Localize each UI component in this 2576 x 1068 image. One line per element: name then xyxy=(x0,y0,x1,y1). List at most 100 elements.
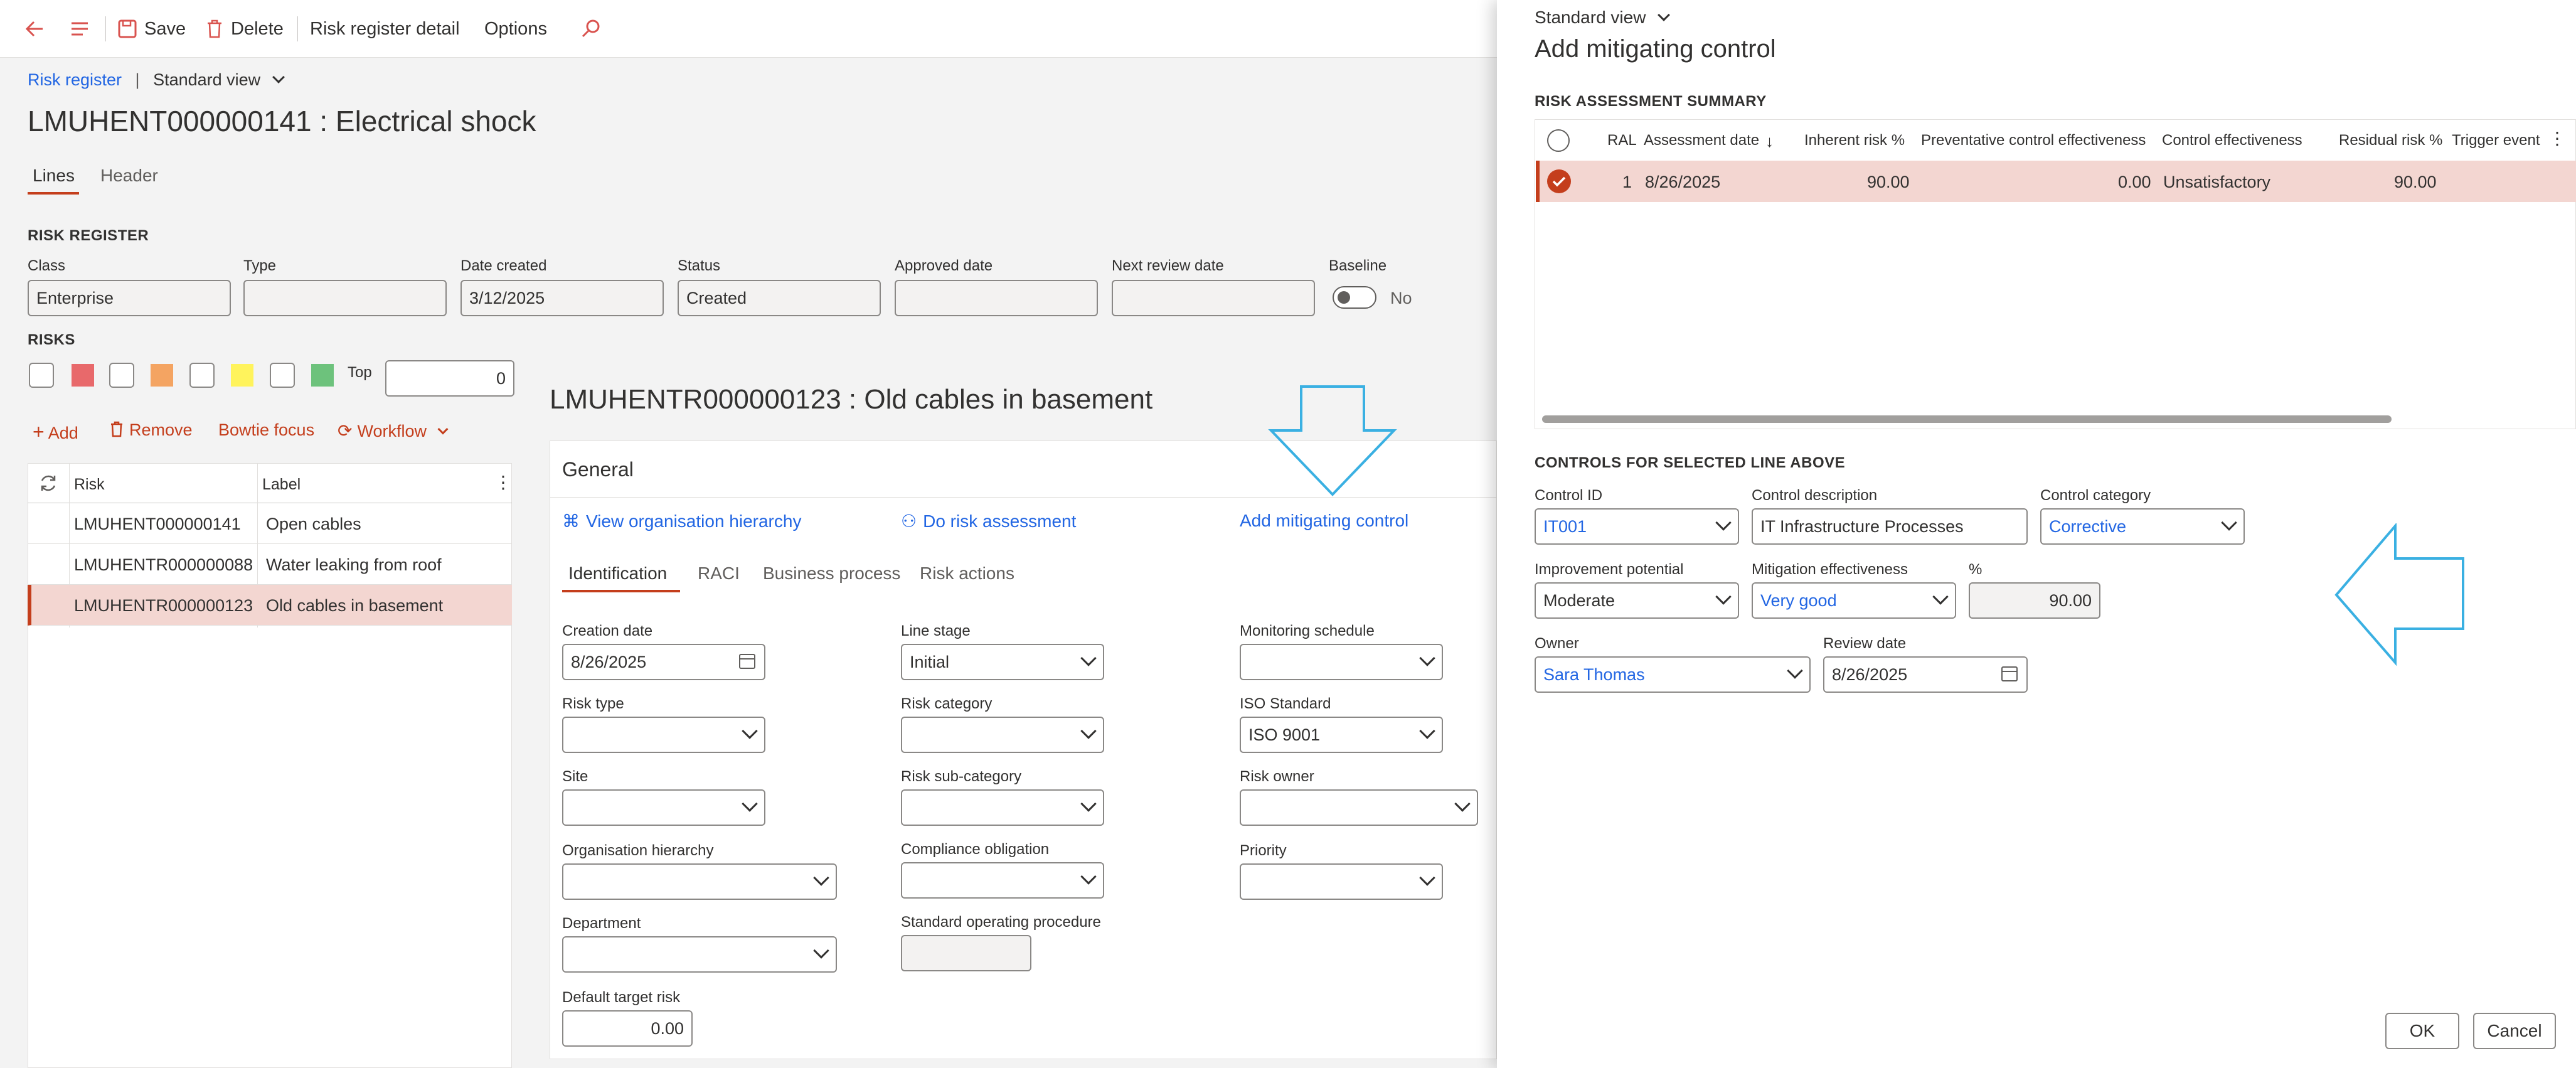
chevron-down-icon[interactable] xyxy=(1932,589,1949,605)
monitoring-schedule-field[interactable] xyxy=(1240,644,1443,680)
do-risk-assessment-link[interactable]: ⚇ Do risk assessment xyxy=(901,511,1076,531)
chevron-down-icon[interactable] xyxy=(1715,515,1732,531)
delete-button[interactable]: Delete xyxy=(205,0,284,58)
mitigation-effectiveness-field[interactable]: Very good xyxy=(1752,582,1956,619)
calendar-icon[interactable] xyxy=(2001,666,2018,681)
owner-field[interactable]: Sara Thomas xyxy=(1535,656,1811,693)
chevron-down-icon[interactable] xyxy=(2221,515,2237,531)
chevron-down-icon[interactable] xyxy=(742,723,758,739)
col-preventative-control[interactable]: Preventative control effectiveness xyxy=(1921,132,2146,149)
site-field[interactable] xyxy=(562,789,765,826)
risk-type-field[interactable] xyxy=(562,717,765,753)
control-category-label: Control category xyxy=(2040,487,2151,504)
options-button[interactable]: Options xyxy=(484,0,547,58)
control-category-field[interactable]: Corrective xyxy=(2040,508,2245,545)
chevron-down-icon[interactable] xyxy=(1080,868,1097,885)
col-assessment-date[interactable]: Assessment date xyxy=(1644,132,1759,149)
risk-register-detail-button[interactable]: Risk register detail xyxy=(310,0,460,58)
control-description-field[interactable]: IT Infrastructure Processes xyxy=(1752,508,2028,545)
workflow-button[interactable]: ⟳ Workflow xyxy=(338,420,449,441)
top-field[interactable]: 0 xyxy=(385,360,514,397)
sop-field[interactable] xyxy=(901,935,1031,971)
risk-category-field[interactable] xyxy=(901,717,1104,753)
tab-risk-actions[interactable]: Risk actions xyxy=(920,563,1014,584)
priority-field[interactable] xyxy=(1240,863,1443,900)
status-field[interactable]: Created xyxy=(678,280,881,316)
table-row[interactable]: LMUHENTR000000088 Water leaking from roo… xyxy=(28,544,512,585)
search-button[interactable] xyxy=(580,0,602,58)
chevron-down-icon[interactable] xyxy=(1080,723,1097,739)
add-risk-button[interactable]: + Add xyxy=(33,420,78,444)
calendar-icon[interactable] xyxy=(739,654,755,669)
col-risk-header[interactable]: Risk xyxy=(74,476,105,494)
add-mitigating-control-link[interactable]: Add mitigating control xyxy=(1240,511,1408,531)
view-hierarchy-link[interactable]: ⌘ View organisation hierarchy xyxy=(562,511,801,531)
compliance-obligation-field[interactable] xyxy=(901,862,1104,899)
select-all-radio[interactable] xyxy=(1547,129,1570,152)
general-header[interactable]: General xyxy=(562,458,634,481)
row-selected-check-icon[interactable] xyxy=(1547,169,1571,193)
tab-raci[interactable]: RACI xyxy=(698,563,740,584)
tab-business-process[interactable]: Business process xyxy=(763,563,900,584)
control-id-field[interactable]: IT001 xyxy=(1535,508,1739,545)
org-hierarchy-field[interactable] xyxy=(562,863,837,900)
ok-button[interactable]: OK xyxy=(2385,1013,2459,1049)
chevron-down-icon[interactable] xyxy=(1080,650,1097,666)
col-ral[interactable]: RAL xyxy=(1607,132,1637,149)
risk-filter-checkbox-2[interactable] xyxy=(109,363,134,388)
risk-sub-category-field[interactable] xyxy=(901,789,1104,826)
chevron-down-icon[interactable] xyxy=(1454,796,1471,812)
chevron-down-icon[interactable] xyxy=(1419,723,1435,739)
approved-date-field[interactable] xyxy=(895,280,1098,316)
tab-lines[interactable]: Lines xyxy=(33,166,75,186)
risk-owner-field[interactable] xyxy=(1240,789,1478,826)
next-review-field[interactable] xyxy=(1112,280,1315,316)
panel-view-selector[interactable]: Standard view xyxy=(1535,8,1671,28)
back-button[interactable] xyxy=(23,0,46,58)
mitigation-effectiveness-label: Mitigation effectiveness xyxy=(1752,561,1908,578)
chevron-down-icon[interactable] xyxy=(1419,870,1435,886)
bowtie-focus-button[interactable]: Bowtie focus xyxy=(218,420,314,440)
menu-button[interactable] xyxy=(68,0,92,58)
department-field[interactable] xyxy=(562,936,837,973)
type-field[interactable] xyxy=(243,280,447,316)
breadcrumb-risk-register[interactable]: Risk register xyxy=(28,70,122,89)
horizontal-scrollbar[interactable] xyxy=(1542,415,2392,423)
view-selector[interactable]: Standard view xyxy=(153,70,260,89)
risk-filter-checkbox-3[interactable] xyxy=(189,363,215,388)
line-stage-field[interactable]: Initial xyxy=(901,644,1104,680)
risk-filter-checkbox-1[interactable] xyxy=(29,363,54,388)
tab-header[interactable]: Header xyxy=(100,166,158,186)
review-date-field[interactable]: 8/26/2025 xyxy=(1823,656,2028,693)
chevron-down-icon[interactable] xyxy=(742,796,758,812)
percent-field[interactable]: 90.00 xyxy=(1969,582,2100,619)
col-inherent-risk[interactable]: Inherent risk % xyxy=(1804,132,1905,149)
remove-risk-button[interactable]: Remove xyxy=(109,420,193,440)
refresh-icon[interactable] xyxy=(38,473,59,494)
grid-more-icon[interactable]: ⋮ xyxy=(2548,128,2566,149)
default-target-field[interactable]: 0.00 xyxy=(562,1010,693,1047)
chevron-down-icon[interactable] xyxy=(813,943,829,959)
chevron-down-icon[interactable] xyxy=(1787,663,1803,679)
table-row-selected[interactable]: LMUHENTR000000123 Old cables in basement xyxy=(28,585,512,626)
col-trigger-event[interactable]: Trigger event xyxy=(2452,132,2540,149)
cancel-button[interactable]: Cancel xyxy=(2473,1013,2556,1049)
grid-more-icon[interactable]: ⋮ xyxy=(494,472,512,493)
table-row[interactable]: LMUHENT000000141 Open cables xyxy=(28,503,512,544)
col-control-effectiveness[interactable]: Control effectiveness xyxy=(2162,132,2302,149)
col-label-header[interactable]: Label xyxy=(262,476,301,494)
col-residual-risk[interactable]: Residual risk % xyxy=(2339,132,2442,149)
date-created-field[interactable]: 3/12/2025 xyxy=(460,280,664,316)
chevron-down-icon[interactable] xyxy=(1715,589,1732,605)
creation-date-field[interactable]: 8/26/2025 xyxy=(562,644,765,680)
chevron-down-icon[interactable] xyxy=(813,870,829,886)
chevron-down-icon[interactable] xyxy=(1080,796,1097,812)
chevron-down-icon[interactable] xyxy=(1419,650,1435,666)
iso-standard-field[interactable]: ISO 9001 xyxy=(1240,717,1443,753)
tab-identification[interactable]: Identification xyxy=(568,563,667,584)
baseline-toggle[interactable] xyxy=(1333,286,1376,309)
improvement-potential-field[interactable]: Moderate xyxy=(1535,582,1739,619)
class-field[interactable]: Enterprise xyxy=(28,280,231,316)
save-button[interactable]: Save xyxy=(117,0,186,58)
risk-filter-checkbox-4[interactable] xyxy=(270,363,295,388)
